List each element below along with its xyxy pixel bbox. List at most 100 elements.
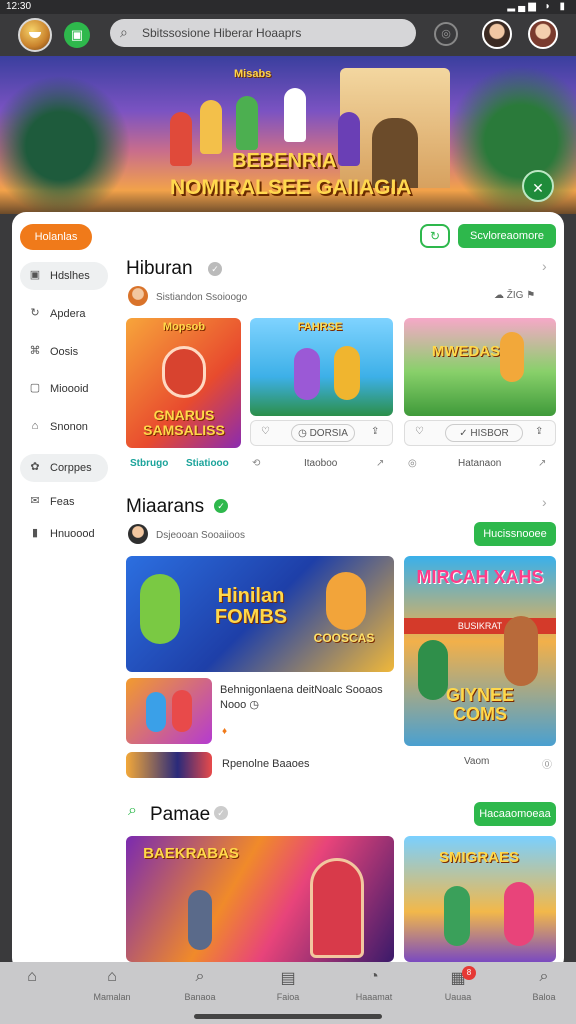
play-button-label: DORSIA — [309, 428, 348, 439]
chevron-right-icon[interactable]: › — [542, 258, 547, 274]
game-card[interactable]: SMIGRAES — [404, 836, 556, 962]
nav-label: Banaoa — [184, 992, 216, 1002]
sidebar-item-label: Hdslhes — [50, 270, 90, 282]
refresh-icon[interactable]: ↻ — [420, 224, 450, 248]
nav-item[interactable]: ⌕ Baloa — [512, 968, 576, 1008]
character-illustration — [310, 858, 364, 958]
sidebar-item-2[interactable]: ↻ Apdera — [20, 300, 108, 328]
card-title: GNARUS SAMSALISS — [143, 407, 225, 438]
globe-icon[interactable]: ◎ — [408, 458, 417, 469]
sidebar-item-7[interactable]: ✉ Feas — [20, 488, 108, 516]
play-button[interactable]: ✓ HISBOR — [445, 424, 523, 442]
hero-title-line1: BEBENRIA — [232, 150, 337, 172]
section-title: Pamae — [150, 804, 211, 825]
game-card[interactable]: BAEKRABAS — [126, 836, 394, 962]
category-pill[interactable]: Holanlas — [20, 224, 92, 250]
clock-icon: ◷ — [298, 428, 307, 439]
list-item-title[interactable]: Behnigonlaena deitNoalc Sooaos — [220, 684, 383, 696]
character-illustration — [334, 346, 360, 400]
sidebar-item-8[interactable]: ▮ Hnuoood — [20, 520, 108, 548]
sidebar-item-label: Mioooid — [50, 383, 89, 395]
avatar — [128, 286, 148, 306]
character-illustration — [504, 882, 534, 946]
app-logo[interactable] — [18, 18, 52, 52]
share-icon[interactable]: ⇪ — [535, 426, 543, 437]
hero-tag: Misabs — [234, 68, 272, 80]
sidebar-item-4[interactable]: ▢ Mioooid — [20, 375, 108, 403]
search-input[interactable]: ⌕ Sbitssosione Hiberar Hoaaprs — [110, 19, 416, 47]
play-button[interactable]: ◷ DORSIA — [291, 424, 355, 442]
sidebar-item-1[interactable]: ▣ Hdslhes — [20, 262, 108, 290]
game-thumbnail[interactable] — [126, 678, 212, 744]
arrow-icon[interactable]: ↗ — [538, 458, 546, 469]
see-more-button[interactable]: Hacaaomoeaa — [474, 802, 556, 826]
nav-item[interactable]: ◔ Haaamat — [342, 968, 406, 1008]
character-illustration — [170, 112, 192, 166]
sidebar-icon: ▣ — [29, 269, 41, 281]
sidebar-item-3[interactable]: ⌘ Oosis — [20, 338, 108, 366]
card-title: SMIGRAES — [438, 849, 519, 866]
meta-text: ŽIG — [506, 290, 524, 301]
arrow-icon[interactable]: ↗ — [376, 458, 384, 469]
bag-icon: ▤ — [280, 970, 296, 987]
nav-label: Haaamat — [355, 992, 393, 1002]
sidebar-icon: ✉ — [30, 495, 40, 507]
card-label: Stiatiooo — [186, 458, 229, 469]
sidebar-item-6[interactable]: ✿ Corppes — [20, 454, 108, 482]
share-icon[interactable]: ⇪ — [371, 426, 379, 437]
character-illustration — [162, 346, 206, 398]
heart-icon[interactable]: ♡ — [261, 426, 270, 437]
flag-icon: ⚑ — [526, 290, 536, 301]
verified-icon: ✓ — [208, 262, 222, 276]
sidebar-item-5[interactable]: ⌂ Snonon — [20, 413, 108, 441]
card-title: MIRCAH XAHS — [416, 567, 544, 587]
verified-icon: ✓ — [214, 499, 228, 513]
profile-avatar[interactable] — [528, 19, 558, 49]
heart-icon[interactable]: ♡ — [415, 426, 424, 437]
palm-tree-decoration — [436, 56, 576, 214]
nav-item[interactable]: ▤ Faioa — [256, 968, 320, 1008]
game-card[interactable]: FAHRSE — [250, 318, 393, 416]
game-card[interactable]: MIRCAH XAHS BUSIKRAT GIYNEE COMS — [404, 556, 556, 746]
card-label: Itaoboo — [304, 458, 338, 469]
sidebar-item-label: Hnuoood — [50, 528, 95, 540]
featured-game-card[interactable]: Hinilan FOMBS COOSCAS — [126, 556, 394, 672]
notification-icon[interactable]: ◎ — [434, 22, 458, 46]
sidebar-item-label: Feas — [50, 496, 75, 508]
game-card[interactable]: MWEDAS — [404, 318, 556, 416]
check-icon: ✓ — [459, 428, 468, 439]
nav-item[interactable]: ▦ Uauaa — [426, 968, 490, 1008]
notification-badge: 8 — [462, 966, 476, 980]
game-controller-icon[interactable]: ▣ — [64, 22, 90, 48]
home-indicator — [194, 1014, 382, 1019]
sidebar-item-label: Oosis — [50, 346, 79, 358]
palm-tree-decoration — [0, 66, 140, 214]
game-thumbnail[interactable] — [126, 752, 212, 778]
character-illustration — [200, 100, 222, 154]
sidebar-icon: ⌘ — [29, 345, 41, 357]
fire-icon: ♦ — [222, 726, 228, 737]
search-icon: ⌕ — [195, 968, 205, 985]
game-card[interactable]: Mopsob GNARUS SAMSALISS — [126, 318, 241, 448]
list-item[interactable]: Rpenolne Baaoes — [222, 758, 309, 770]
nav-item[interactable]: ⌂ Mamalan — [80, 968, 144, 1008]
avatar[interactable] — [482, 19, 512, 49]
explore-button[interactable]: Scvloreaomore — [458, 224, 556, 248]
character-illustration — [172, 690, 192, 732]
sync-icon[interactable]: ⟲ — [252, 458, 260, 469]
hero-title-line2: NOMIRALSEE GAIIAGIA — [170, 176, 412, 199]
see-more-button[interactable]: Hucissnooee — [474, 522, 556, 546]
info-icon[interactable]: ⓪ — [542, 756, 552, 771]
nav-home-icon[interactable]: ⌂ — [0, 968, 64, 1008]
character-illustration — [326, 572, 366, 630]
card-actions: ♡ ◷ DORSIA ⇪ — [250, 420, 393, 446]
cloud-icon: ☁ — [494, 290, 504, 301]
chevron-right-icon[interactable]: › — [542, 494, 547, 510]
hero-banner[interactable]: Misabs BEBENRIA NOMIRALSEE GAIIAGIA — [0, 56, 576, 214]
play-button-label: HISBOR — [470, 428, 509, 439]
sidebar-icon: ▢ — [29, 382, 41, 394]
card-title: FAHRSE — [297, 321, 343, 333]
hero-action-button[interactable]: ✕ — [522, 170, 554, 202]
character-illustration — [236, 96, 258, 150]
nav-item[interactable]: ⌕ Banaoa — [168, 968, 232, 1008]
